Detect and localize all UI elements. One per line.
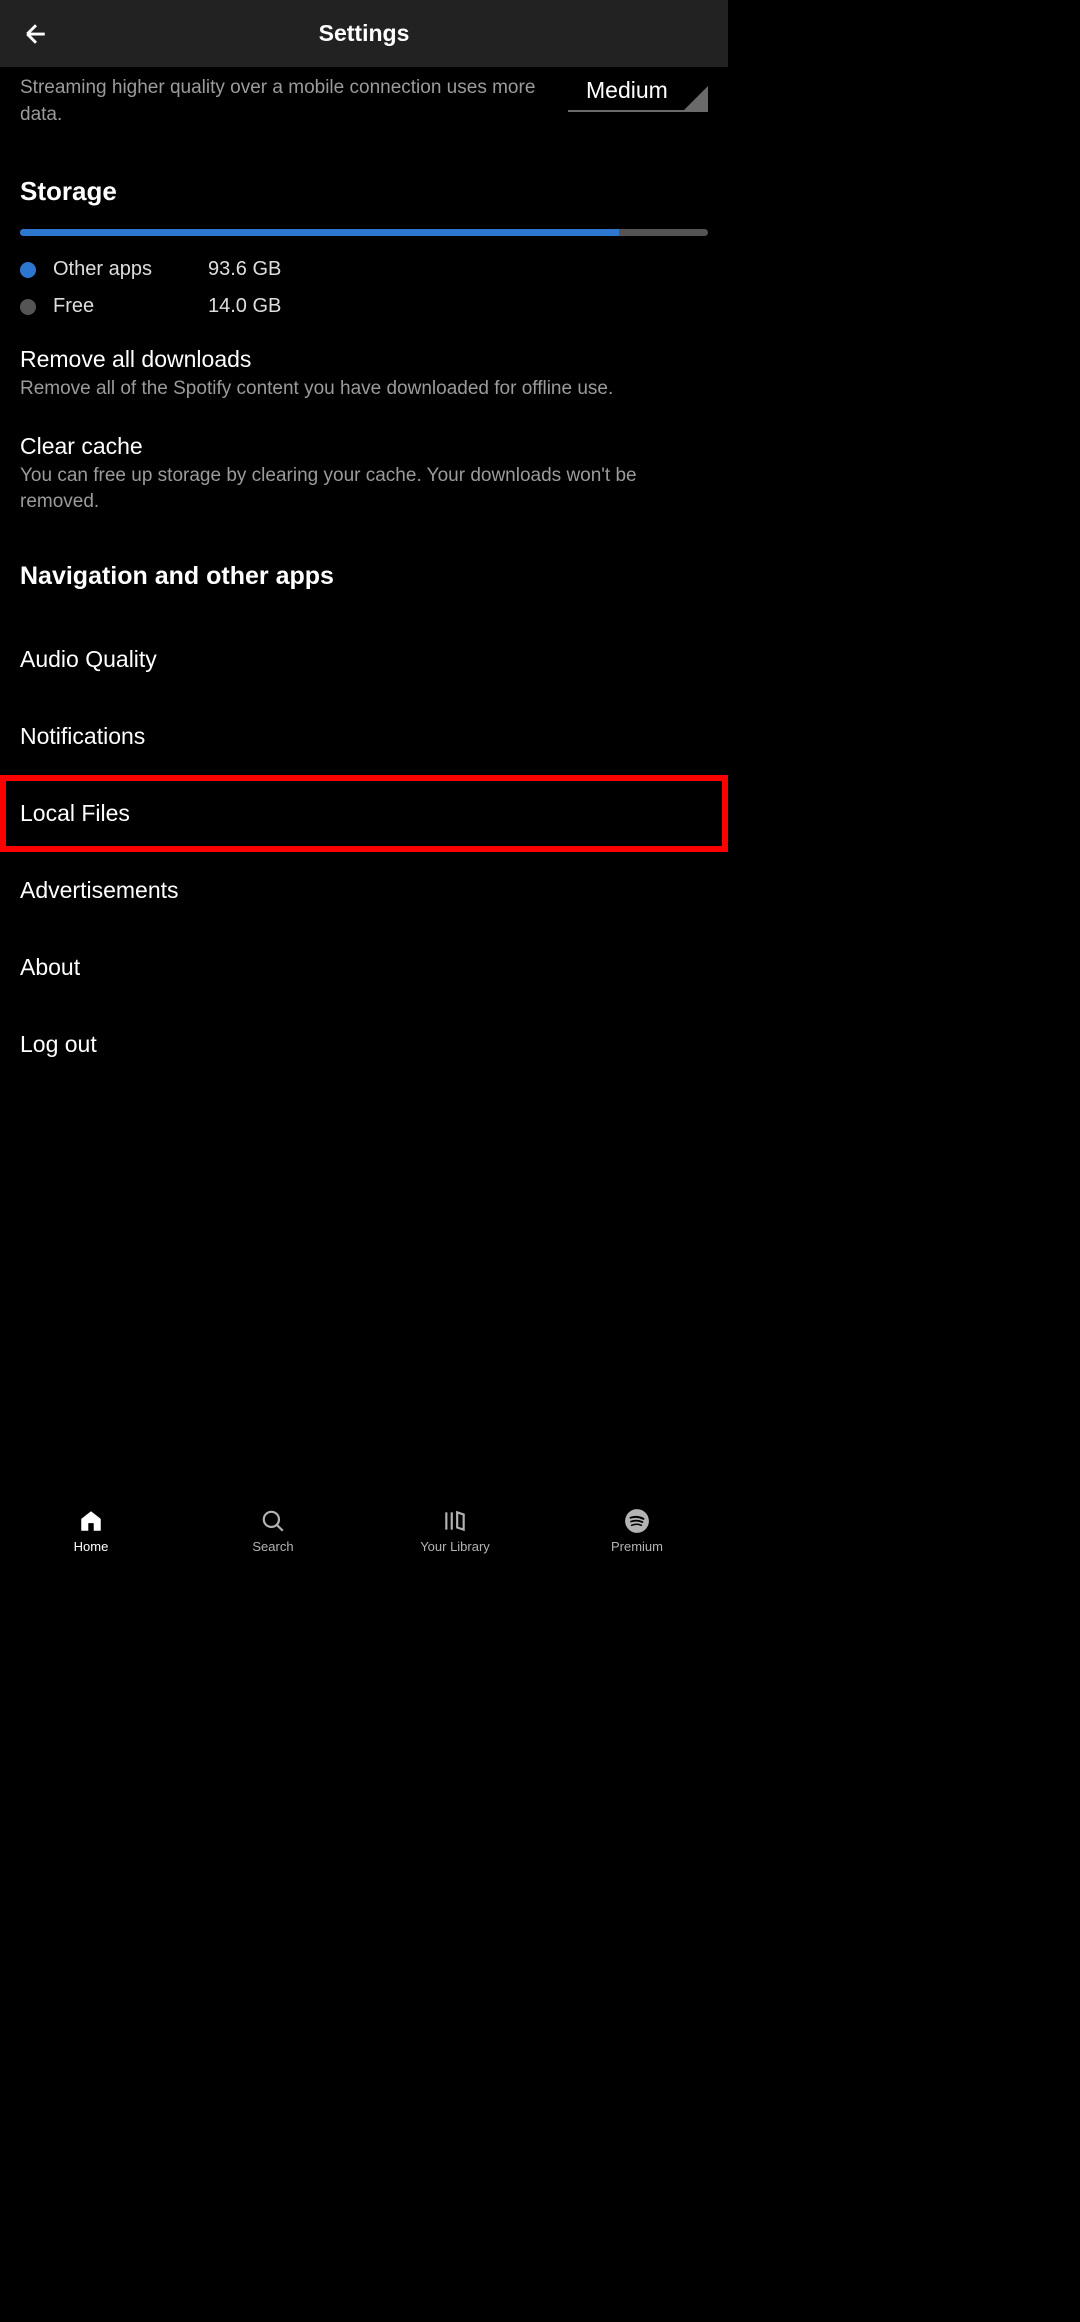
settings-content: Streaming higher quality over a mobile c… xyxy=(0,67,728,1083)
menu-local-files[interactable]: Local Files xyxy=(0,775,728,852)
clear-cache-button[interactable]: Clear cache You can free up storage by c… xyxy=(0,419,728,532)
storage-legend: Other apps 93.6 GB Free 14.0 GB xyxy=(0,258,728,318)
nav-label: Your Library xyxy=(420,1539,490,1554)
settings-header: Settings xyxy=(0,0,728,67)
storage-heading: Storage xyxy=(0,148,728,229)
spotify-icon xyxy=(624,1507,650,1535)
navigation-section-heading: Navigation and other apps xyxy=(0,532,728,621)
nav-label: Premium xyxy=(611,1539,663,1554)
streaming-quality-value: Medium xyxy=(586,77,668,104)
nav-label: Search xyxy=(252,1539,293,1554)
menu-label: About xyxy=(20,954,708,981)
menu-label: Advertisements xyxy=(20,877,708,904)
page-title: Settings xyxy=(319,20,410,47)
nav-library-button[interactable]: Your Library xyxy=(364,1507,546,1554)
legend-row-other: Other apps 93.6 GB xyxy=(20,258,708,281)
dropdown-indicator-icon xyxy=(684,86,708,110)
library-icon xyxy=(442,1507,468,1535)
menu-label: Local Files xyxy=(20,800,708,827)
nav-heading-label: Navigation and other apps xyxy=(20,562,708,591)
remove-downloads-button[interactable]: Remove all downloads Remove all of the S… xyxy=(0,332,728,419)
menu-label: Notifications xyxy=(20,723,708,750)
legend-label: Other apps xyxy=(53,258,208,281)
menu-log-out[interactable]: Log out xyxy=(0,1006,728,1083)
legend-dot-icon xyxy=(20,262,36,278)
remove-downloads-desc: Remove all of the Spotify content you ha… xyxy=(20,376,708,403)
nav-search-button[interactable]: Search xyxy=(182,1507,364,1554)
home-icon xyxy=(78,1507,104,1535)
remove-downloads-title: Remove all downloads xyxy=(20,346,708,373)
menu-advertisements[interactable]: Advertisements xyxy=(0,852,728,929)
legend-value: 14.0 GB xyxy=(208,295,281,318)
clear-cache-desc: You can free up storage by clearing your… xyxy=(20,463,708,516)
streaming-quality-desc: Streaming higher quality over a mobile c… xyxy=(20,75,568,128)
storage-fill-other xyxy=(20,229,619,236)
legend-dot-icon xyxy=(20,299,36,315)
clear-cache-title: Clear cache xyxy=(20,433,708,460)
menu-label: Audio Quality xyxy=(20,646,708,673)
storage-usage-bar xyxy=(20,229,708,236)
legend-label: Free xyxy=(53,295,208,318)
legend-value: 93.6 GB xyxy=(208,258,281,281)
menu-about[interactable]: About xyxy=(0,929,728,1006)
nav-home-button[interactable]: Home xyxy=(0,1507,182,1554)
menu-notifications[interactable]: Notifications xyxy=(0,698,728,775)
menu-label: Log out xyxy=(20,1031,708,1058)
nav-premium-button[interactable]: Premium xyxy=(546,1507,728,1554)
menu-audio-quality[interactable]: Audio Quality xyxy=(0,621,728,698)
nav-label: Home xyxy=(74,1539,109,1554)
bottom-nav: Home Search Your Library xyxy=(0,1491,728,1566)
back-arrow-icon[interactable] xyxy=(18,16,54,52)
streaming-quality-dropdown[interactable]: Medium xyxy=(568,70,708,112)
streaming-quality-row: Streaming higher quality over a mobile c… xyxy=(0,67,728,148)
search-icon xyxy=(260,1507,286,1535)
legend-row-free: Free 14.0 GB xyxy=(20,295,708,318)
